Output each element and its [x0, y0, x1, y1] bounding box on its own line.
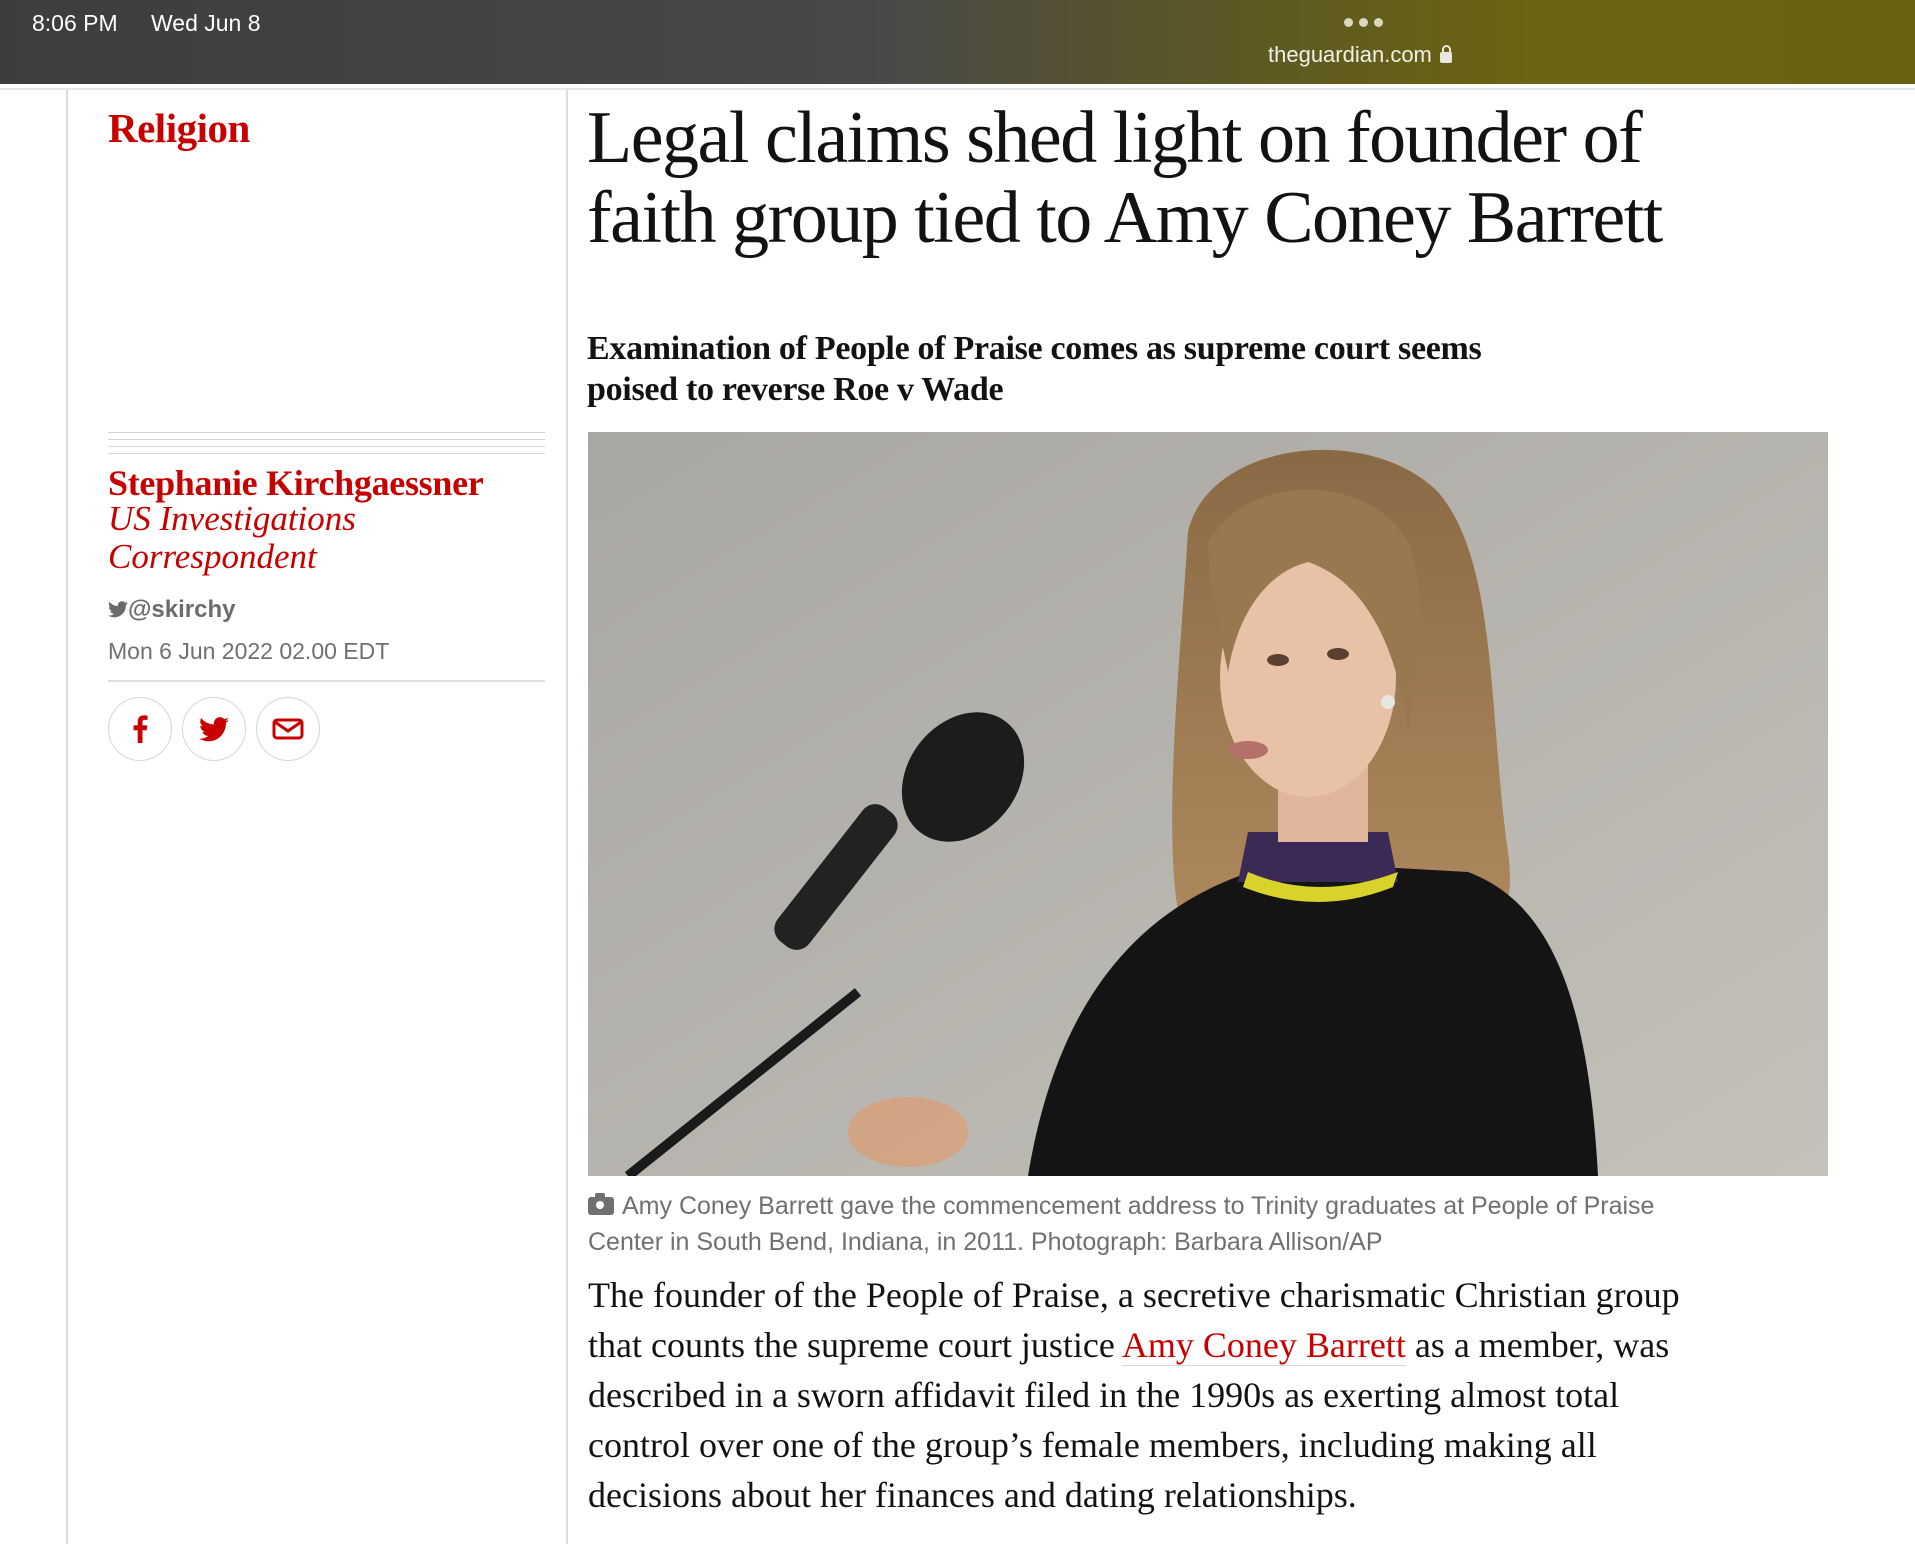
twitter-icon	[199, 716, 229, 741]
article-body-paragraph: The founder of the People of Praise, a s…	[588, 1270, 1828, 1520]
author-role-line: US Investigations	[108, 499, 356, 538]
standfirst-line: poised to reverse Roe v Wade	[587, 371, 1004, 408]
article-photo[interactable]	[588, 432, 1828, 1176]
lock-icon	[1439, 45, 1452, 63]
author-name[interactable]: Stephanie Kirchgaessner	[108, 462, 484, 504]
body-text: that counts the supreme court justice	[588, 1325, 1122, 1365]
headline-line: faith group tied to Amy Coney Barrett	[587, 177, 1663, 259]
camera-icon	[588, 1193, 614, 1215]
caption-line: Amy Coney Barrett gave the commencement …	[622, 1192, 1655, 1220]
headline-line: Legal claims shed light on founder of	[587, 97, 1643, 179]
body-text: The founder of the People of Praise, a s…	[588, 1275, 1680, 1315]
status-time: 8:06 PM	[32, 10, 118, 36]
standfirst-line: Examination of People of Praise comes as…	[587, 330, 1482, 367]
email-icon	[272, 718, 304, 740]
facebook-icon	[133, 715, 148, 743]
share-email-button[interactable]	[256, 697, 320, 761]
amy-coney-barrett-link[interactable]: Amy Coney Barrett	[1121, 1325, 1406, 1366]
address-bar[interactable]: theguardian.com	[1268, 42, 1452, 68]
caption-line: Center in South Bend, Indiana, in 2011. …	[588, 1228, 1383, 1256]
browser-top-bar: 8:06 PM Wed Jun 8 theguardian.com	[0, 0, 1915, 84]
twitter-handle-link[interactable]: @skirchy	[108, 596, 235, 624]
twitter-bird-icon	[108, 601, 128, 618]
headline: Legal claims shed light on founder of fa…	[587, 98, 1867, 258]
status-date: Wed Jun 8	[151, 10, 261, 36]
author-role: US Investigations Correspondent	[108, 500, 468, 576]
standfirst: Examination of People of Praise comes as…	[587, 328, 1687, 410]
byline-rules	[108, 432, 545, 460]
url-text: theguardian.com	[1268, 42, 1432, 67]
meta-divider	[108, 680, 545, 682]
more-options-icon[interactable]	[1344, 14, 1389, 32]
publish-date: Mon 6 Jun 2022 02.00 EDT	[108, 638, 390, 664]
section-label[interactable]: Religion	[108, 104, 250, 152]
body-text: described in a sworn affidavit filed in …	[588, 1375, 1620, 1415]
photo-caption: Amy Coney Barrett gave the commencement …	[588, 1188, 1828, 1260]
content-column-rule	[566, 90, 568, 1544]
author-role-line: Correspondent	[108, 537, 317, 576]
share-facebook-button[interactable]	[108, 697, 172, 761]
body-text: as a member, was	[1405, 1325, 1670, 1365]
photo-illustration	[588, 432, 1828, 1176]
body-text: decisions about her finances and dating …	[588, 1475, 1357, 1515]
header-divider	[0, 88, 1915, 90]
left-column-rule	[66, 90, 68, 1544]
body-text: control over one of the group’s female m…	[588, 1425, 1597, 1465]
share-twitter-button[interactable]	[182, 697, 246, 761]
twitter-handle: @skirchy	[128, 596, 236, 623]
